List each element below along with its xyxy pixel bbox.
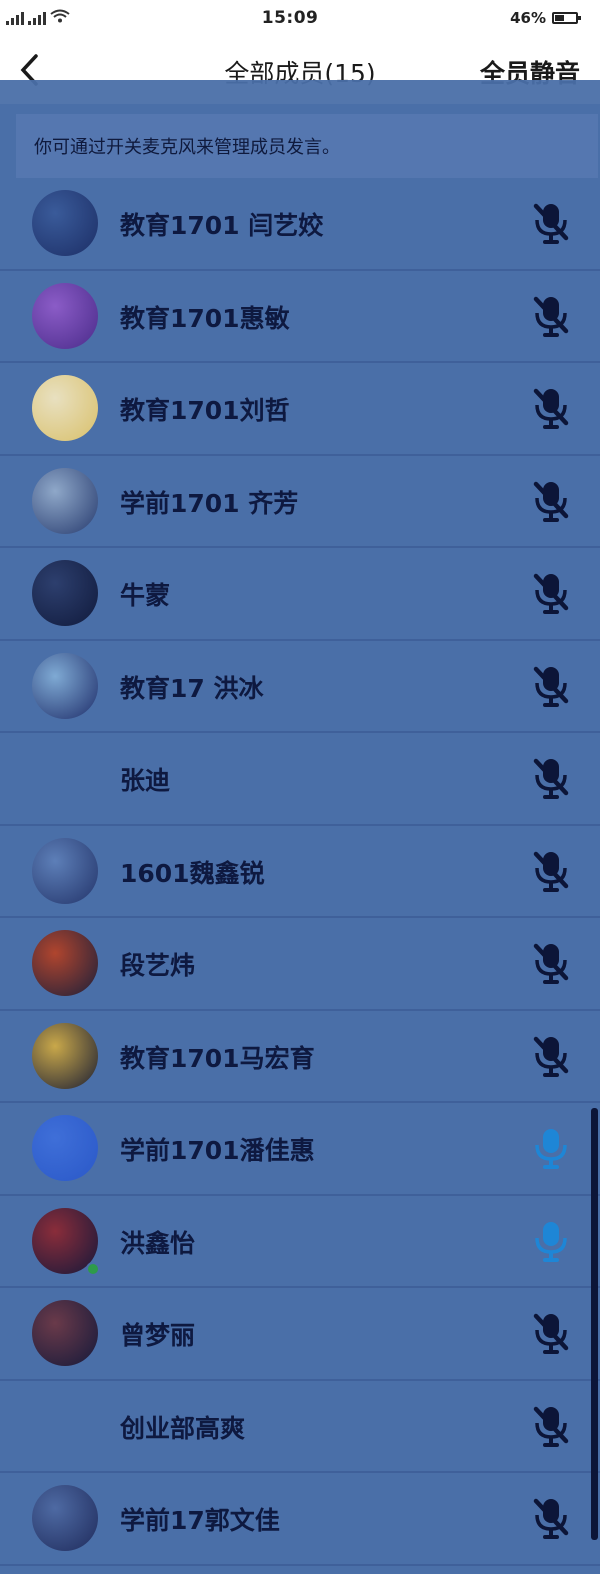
scrollbar[interactable] [591, 1108, 598, 1540]
microphone-muted-icon[interactable] [532, 200, 570, 246]
member-row[interactable]: 学前1701 齐芳 [0, 456, 600, 548]
microphone-muted-icon[interactable] [532, 478, 570, 524]
microphone-muted-icon[interactable] [532, 293, 570, 339]
member-row[interactable]: 教育1701 闫艺姣 [0, 178, 600, 271]
avatar [32, 930, 98, 996]
avatar [32, 1022, 98, 1089]
avatar [32, 1392, 98, 1459]
member-row[interactable]: 学前1701潘佳惠 [0, 1103, 600, 1196]
battery-percent: 46% [510, 9, 546, 27]
member-row[interactable]: 段艺炜 [0, 918, 600, 1011]
member-name: 教育17 洪冰 [120, 673, 264, 703]
avatar [32, 837, 98, 904]
avatar [32, 190, 98, 256]
signal-indicators [6, 9, 70, 27]
member-row[interactable]: 1601魏鑫锐 [0, 826, 600, 918]
avatar [32, 282, 98, 349]
member-row[interactable]: 教育1701马宏育 [0, 1011, 600, 1103]
battery-icon [552, 12, 581, 24]
microphone-muted-icon[interactable] [532, 755, 570, 801]
microphone-muted-icon[interactable] [532, 1310, 570, 1356]
signal-icon [6, 11, 24, 25]
signal-icon-2 [28, 11, 46, 25]
member-row[interactable]: 牛蒙 [0, 548, 600, 641]
avatar [32, 1300, 98, 1366]
microphone-muted-icon[interactable] [532, 1033, 570, 1079]
avatar [32, 560, 98, 626]
member-name: 教育1701刘哲 [120, 396, 290, 425]
member-name: 段艺炜 [120, 951, 196, 980]
online-status-dot [86, 1261, 100, 1276]
avatar [32, 652, 98, 719]
microphone-on-icon[interactable] [532, 1218, 570, 1264]
status-bar: 15:09 46% [0, 0, 600, 36]
avatar [32, 1115, 98, 1181]
avatar [32, 467, 98, 534]
member-name: 曾梦丽 [120, 1321, 196, 1350]
member-name: 创业部高爽 [120, 1413, 246, 1443]
microphone-muted-icon[interactable] [532, 1495, 570, 1541]
member-name: 学前17郭文佳 [120, 1506, 280, 1535]
microphone-on-icon[interactable] [532, 1125, 570, 1171]
wifi-icon [50, 9, 70, 27]
member-name: 教育1701惠敏 [120, 303, 290, 333]
member-row[interactable]: 张迪 [0, 733, 600, 826]
microphone-muted-icon[interactable] [532, 570, 570, 616]
microphone-muted-icon[interactable] [532, 940, 570, 986]
microphone-muted-icon[interactable] [532, 663, 570, 709]
overlay-band [0, 80, 600, 104]
member-name: 洪鑫怡 [120, 1228, 196, 1258]
microphone-muted-icon[interactable] [532, 848, 570, 894]
member-row[interactable]: 创业部高爽 [0, 1381, 600, 1473]
notice-banner: 你可通过开关麦克风来管理成员发言。 [16, 114, 598, 178]
member-name: 张迪 [120, 766, 171, 795]
avatar [32, 745, 98, 811]
member-row[interactable]: 学前17郭文佳 [0, 1473, 600, 1566]
member-row[interactable]: 曾梦丽 [0, 1288, 600, 1381]
member-row[interactable]: 教育17 洪冰 [0, 641, 600, 733]
member-name: 教育1701 闫艺姣 [120, 211, 324, 240]
member-name: 教育1701马宏育 [120, 1043, 315, 1073]
member-name: 牛蒙 [120, 581, 171, 610]
battery-status: 46% [510, 9, 581, 27]
avatar [32, 375, 98, 441]
member-row[interactable]: 洪鑫怡 [0, 1196, 600, 1288]
member-name: 1601魏鑫锐 [120, 858, 265, 888]
battery-fill [555, 15, 565, 21]
microphone-muted-icon[interactable] [532, 1403, 570, 1449]
member-row[interactable]: 教育1701刘哲 [0, 363, 600, 456]
member-list: 教育1701 闫艺姣 教育1701惠敏 教育1701刘哲 学前1701 齐芳 牛蒙教育1… [0, 178, 600, 1566]
member-name: 学前1701潘佳惠 [120, 1136, 315, 1165]
microphone-muted-icon[interactable] [532, 385, 570, 431]
member-row[interactable]: 教育1701惠敏 [0, 271, 600, 363]
avatar [32, 1485, 98, 1551]
member-name: 学前1701 齐芳 [120, 488, 299, 518]
status-time: 15:09 [261, 8, 319, 28]
